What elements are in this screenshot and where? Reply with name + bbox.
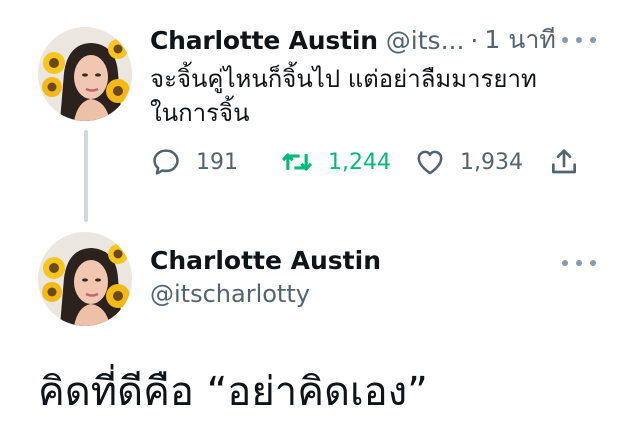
tweet-text: จะจิ้นคู่ไหนก็จิ้นไป แต่อย่าลืมมารยาท ใน… [150,62,590,130]
display-name[interactable]: Charlotte Austin [150,26,378,55]
handle[interactable]: @itscharlotty [150,280,310,308]
reply-button[interactable]: 191 [150,144,238,180]
avatar-photo [38,27,132,121]
retweet-count: 1,244 [328,149,391,175]
reply-count: 191 [196,149,238,175]
like-count: 1,934 [460,149,523,175]
handle[interactable]: @its... [386,26,465,55]
separator-dot: · [470,25,479,55]
retweet-arrows-icon [281,153,313,171]
avatar[interactable] [38,27,132,121]
tweet-text: คิดที่ดีคือ “อย่าคิดเอง” [38,369,428,415]
retweet-button[interactable]: 1,244 [280,144,391,180]
more-icon[interactable] [562,258,596,268]
more-icon[interactable] [562,35,596,45]
avatar-photo [38,232,132,326]
timestamp[interactable]: 1 นาที [484,20,555,60]
display-name[interactable]: Charlotte Austin [150,246,381,275]
avatar[interactable] [38,232,132,326]
tweet-header: Charlotte Austin @its... · 1 นาที [150,24,580,56]
tweet-text-line: จะจิ้นคู่ไหนก็จิ้นไป แต่อย่าลืมมารยาท [150,65,537,93]
thread-connector-line [84,130,88,222]
tweet-actions: 191 1,244 1,934 [150,144,590,180]
share-upload-icon [552,149,576,174]
share-button[interactable] [548,144,580,180]
speech-bubble-icon [153,149,179,175]
tweet-text-line: ในการจิ้น [150,99,250,127]
heart-outline-icon [417,150,443,175]
like-button[interactable]: 1,934 [414,144,523,180]
